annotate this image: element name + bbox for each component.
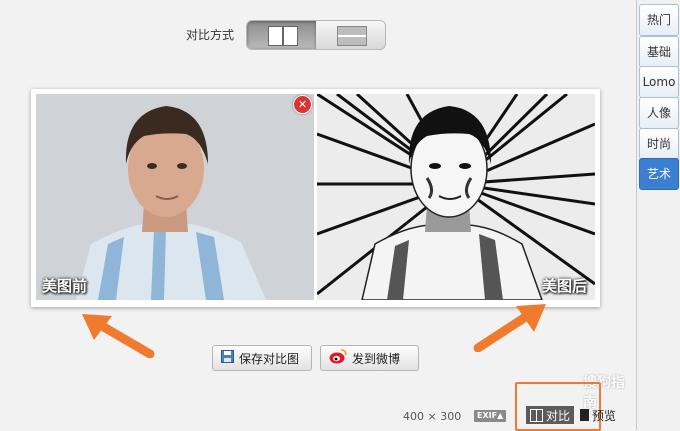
image-dimensions: 400 × 300 bbox=[403, 410, 462, 423]
share-weibo-label: 发到微博 bbox=[352, 351, 401, 366]
compare-mode-switch bbox=[246, 20, 386, 50]
tab-fashion[interactable]: 时尚 bbox=[639, 128, 679, 160]
share-weibo-button[interactable]: 发到微博 bbox=[320, 345, 419, 371]
save-comparison-label: 保存对比图 bbox=[239, 351, 300, 366]
compare-view-button[interactable]: 对比 bbox=[526, 406, 575, 424]
right-arrow-annotation bbox=[473, 304, 546, 352]
weibo-icon bbox=[329, 349, 347, 367]
side-by-side-mode-button[interactable] bbox=[247, 21, 316, 49]
preview-icon bbox=[580, 409, 589, 421]
before-label: 美图前 bbox=[42, 277, 88, 295]
before-photo: 美图前 bbox=[36, 94, 314, 300]
top-bottom-mode-button[interactable] bbox=[316, 21, 385, 49]
before-portrait-image bbox=[36, 94, 314, 300]
after-label: 美图后 bbox=[541, 277, 587, 295]
compare-view-icon bbox=[530, 408, 543, 422]
close-icon[interactable]: ✕ bbox=[293, 95, 312, 114]
preview-button[interactable]: 预览 bbox=[580, 406, 616, 424]
save-comparison-button[interactable]: 保存对比图 bbox=[212, 345, 312, 371]
category-sidebar: 热门 基础 Lomo 人像 时尚 艺术 bbox=[636, 0, 680, 430]
left-arrow-annotation bbox=[82, 314, 155, 358]
after-portrait-image bbox=[317, 94, 595, 300]
compare-mode-label: 对比方式 bbox=[186, 28, 235, 42]
top-bottom-icon bbox=[337, 26, 367, 46]
exif-toggle[interactable]: EXIF▲ bbox=[474, 410, 507, 422]
side-by-side-icon bbox=[268, 26, 298, 46]
after-photo: 美图后 bbox=[317, 94, 595, 300]
save-icon bbox=[221, 350, 234, 366]
main-panel: 对比方式 美图前 美图后 ✕ 保存对比图 发到微博 400 × 300 EXIF… bbox=[0, 0, 636, 431]
tab-portrait[interactable]: 人像 bbox=[639, 97, 679, 129]
comparison-frame: 美图前 美图后 bbox=[31, 89, 600, 307]
tab-art[interactable]: 艺术 bbox=[639, 158, 679, 190]
tab-hot[interactable]: 热门 bbox=[639, 4, 679, 36]
tab-basic[interactable]: 基础 bbox=[639, 36, 679, 68]
tab-lomo[interactable]: Lomo bbox=[639, 66, 679, 98]
compare-view-label: 对比 bbox=[546, 408, 571, 423]
preview-label: 预览 bbox=[592, 408, 617, 423]
